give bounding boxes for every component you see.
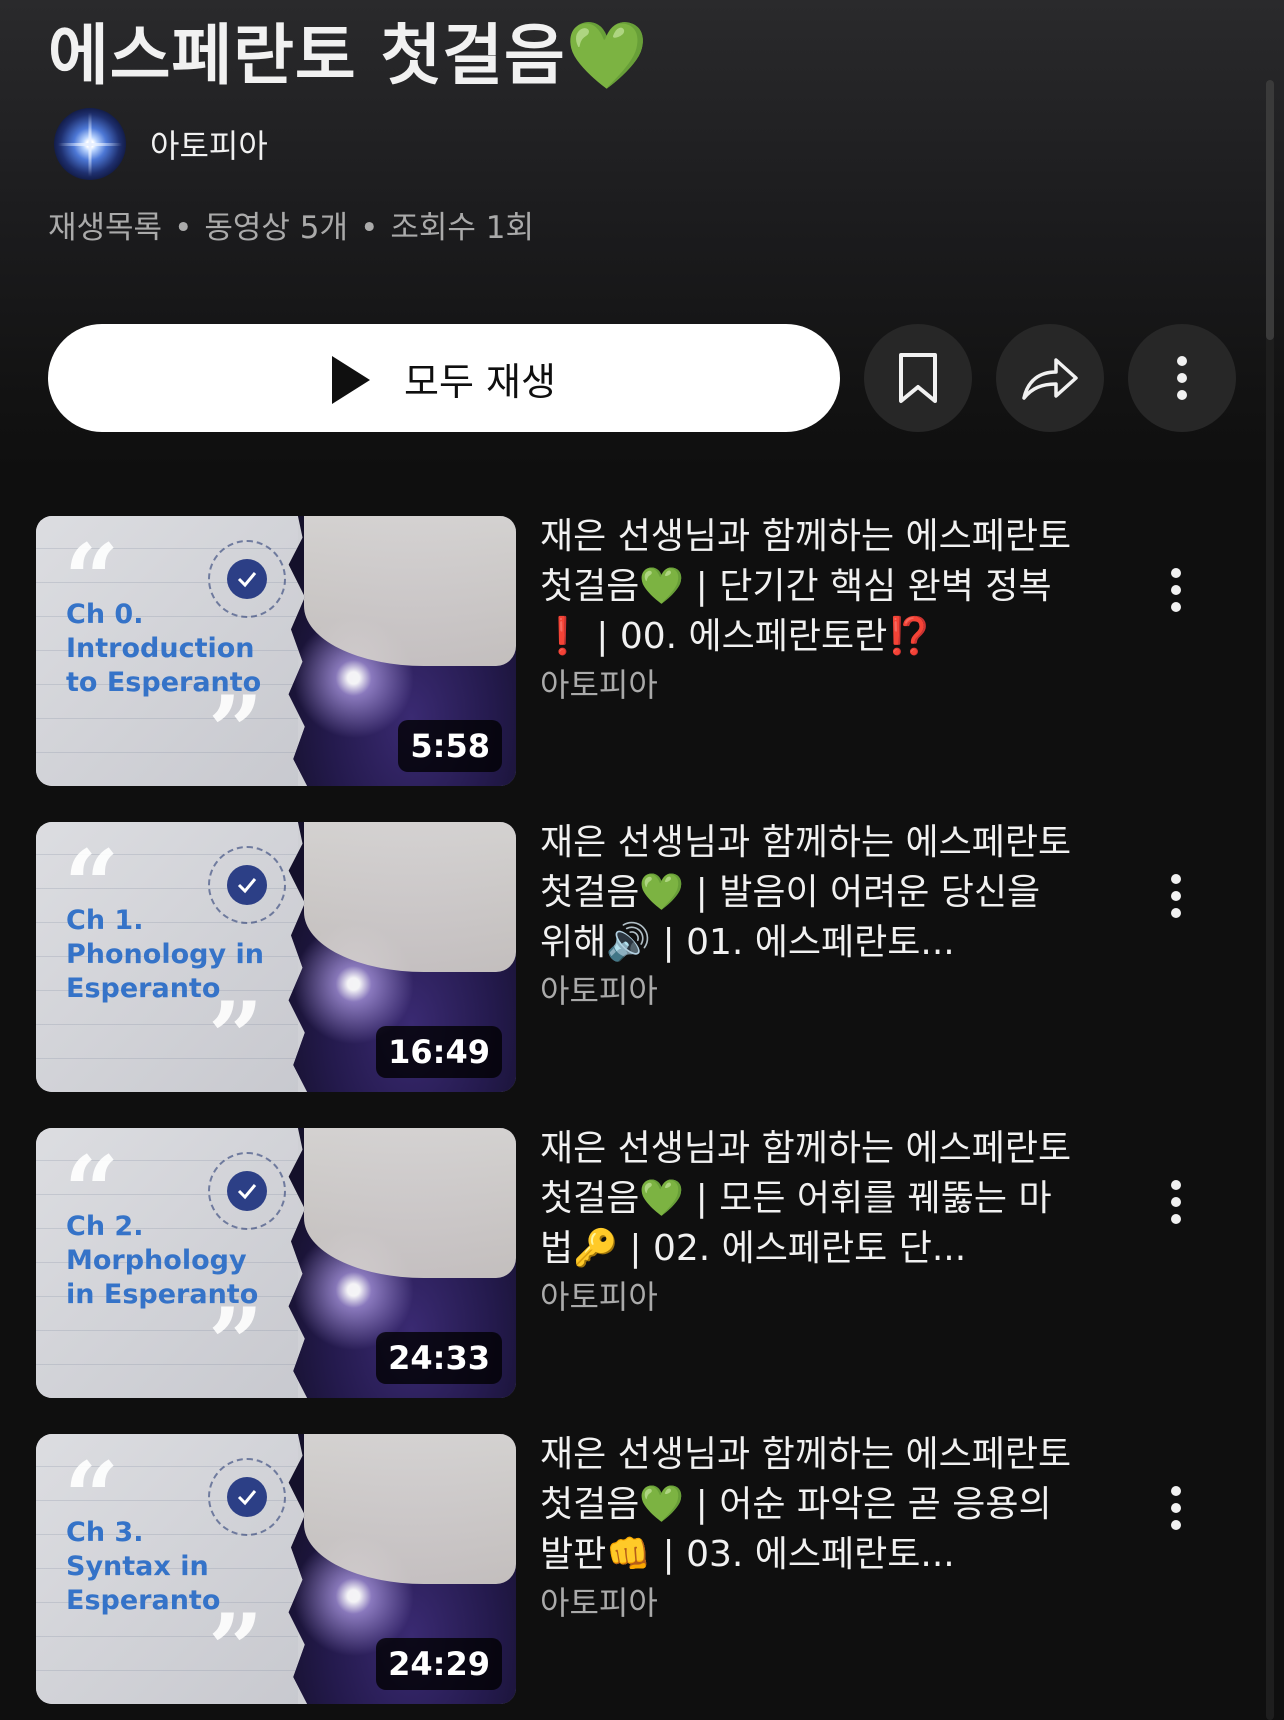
video-list-item[interactable]: “ ” Ch 0. Introduction to Esperanto 5:58… [0, 516, 1260, 786]
video-duration: 24:33 [376, 1332, 502, 1384]
view-count: 조회수 1회 [390, 210, 535, 246]
scrollbar-thumb[interactable] [1266, 80, 1274, 340]
video-thumbnail[interactable]: “ ” Ch 3. Syntax in Esperanto 24:29 [36, 1434, 516, 1704]
video-thumbnail[interactable]: “ ” Ch 0. Introduction to Esperanto 5:58 [36, 516, 516, 786]
video-more-button[interactable] [1146, 1172, 1206, 1232]
video-info[interactable]: 재은 선생님과 함께하는 에스페란토 첫걸음💚 | 어순 파악은 곧 응용의 발… [540, 1430, 1080, 1626]
thumbnail-line: Syntax in [66, 1551, 209, 1582]
play-icon [332, 356, 371, 404]
video-duration: 16:49 [376, 1026, 502, 1078]
video-count: 동영상 5개 [204, 210, 349, 246]
thumbnail-line: Ch 3. [66, 1517, 144, 1548]
channel-name[interactable]: 아토피아 [150, 121, 268, 167]
video-channel: 아토피아 [540, 666, 658, 704]
save-playlist-button[interactable] [864, 324, 972, 432]
bookmark-icon [899, 353, 937, 403]
playlist-type: 재생목록 [48, 210, 163, 246]
more-vertical-icon [1177, 356, 1187, 400]
thumbnail-caption: Ch 2. Morphology in Esperanto [66, 1210, 286, 1312]
more-vertical-icon [1171, 1486, 1181, 1530]
thumbnail-line: Ch 0. [66, 599, 144, 630]
video-channel: 아토피아 [540, 1584, 658, 1622]
checkmark-icon [227, 865, 267, 905]
thumbnail-line: Morphology [66, 1245, 247, 1276]
more-vertical-icon [1171, 874, 1181, 918]
video-channel: 아토피아 [540, 1278, 658, 1316]
video-title[interactable]: 재은 선생님과 함께하는 에스페란토 첫걸음💚 | 모든 어휘를 꿰뚫는 마법🔑… [540, 1124, 1080, 1274]
playlist-title: 에스페란토 첫걸음💚 [48, 2, 649, 98]
share-arrow-icon [1022, 358, 1078, 400]
channel-avatar[interactable] [54, 108, 126, 180]
video-info[interactable]: 재은 선생님과 함께하는 에스페란토 첫걸음💚 | 발음이 어려운 당신을 위해… [540, 818, 1080, 1014]
thumbnail-line: Esperanto [66, 1585, 221, 1616]
video-thumbnail[interactable]: “ ” Ch 1. Phonology in Esperanto 16:49 [36, 822, 516, 1092]
playlist-meta: 재생목록 • 동영상 5개 • 조회수 1회 [48, 202, 534, 247]
checkmark-icon [227, 1477, 267, 1517]
video-title[interactable]: 재은 선생님과 함께하는 에스페란토 첫걸음💚 | 단기간 핵심 완벽 정복❗ … [540, 512, 1080, 662]
thumbnail-line: to Esperanto [66, 667, 262, 698]
video-more-button[interactable] [1146, 1478, 1206, 1538]
video-channel: 아토피아 [540, 972, 658, 1010]
share-button[interactable] [996, 324, 1104, 432]
video-list-item[interactable]: “ ” Ch 3. Syntax in Esperanto 24:29 재은 선… [0, 1434, 1260, 1704]
thumbnail-line: Esperanto [66, 973, 221, 1004]
checkmark-icon [227, 1171, 267, 1211]
green-heart-emoji: 💚 [565, 17, 649, 94]
video-list-item[interactable]: “ ” Ch 1. Phonology in Esperanto 16:49 재… [0, 822, 1260, 1092]
video-duration: 24:29 [376, 1638, 502, 1690]
checkmark-icon [227, 559, 267, 599]
video-title[interactable]: 재은 선생님과 함께하는 에스페란토 첫걸음💚 | 어순 파악은 곧 응용의 발… [540, 1430, 1080, 1580]
thumbnail-line: Ch 1. [66, 905, 144, 936]
more-vertical-icon [1171, 1180, 1181, 1224]
video-more-button[interactable] [1146, 560, 1206, 620]
channel-row[interactable]: 아토피아 [54, 108, 268, 180]
thumbnail-caption: Ch 3. Syntax in Esperanto [66, 1516, 286, 1618]
thumbnail-line: Introduction [66, 633, 255, 664]
more-options-button[interactable] [1128, 324, 1236, 432]
video-info[interactable]: 재은 선생님과 함께하는 에스페란토 첫걸음💚 | 단기간 핵심 완벽 정복❗ … [540, 512, 1080, 708]
video-more-button[interactable] [1146, 866, 1206, 926]
thumbnail-line: in Esperanto [66, 1279, 259, 1310]
playlist-title-text: 에스페란토 첫걸음 [48, 17, 566, 94]
video-thumbnail[interactable]: “ ” Ch 2. Morphology in Esperanto 24:33 [36, 1128, 516, 1398]
video-title[interactable]: 재은 선생님과 함께하는 에스페란토 첫걸음💚 | 발음이 어려운 당신을 위해… [540, 818, 1080, 968]
avatar-spark [88, 112, 92, 177]
thumbnail-line: Phonology in [66, 939, 264, 970]
video-info[interactable]: 재은 선생님과 함께하는 에스페란토 첫걸음💚 | 모든 어휘를 꿰뚫는 마법🔑… [540, 1124, 1080, 1320]
play-all-button[interactable]: 모두 재생 [48, 324, 840, 432]
meta-separator: • [174, 210, 193, 246]
meta-separator: • [360, 210, 379, 246]
thumbnail-line: Ch 2. [66, 1211, 144, 1242]
thumbnail-caption: Ch 1. Phonology in Esperanto [66, 904, 286, 1006]
thumbnail-caption: Ch 0. Introduction to Esperanto [66, 598, 286, 700]
more-vertical-icon [1171, 568, 1181, 612]
play-all-label: 모두 재생 [404, 359, 556, 404]
video-list-item[interactable]: “ ” Ch 2. Morphology in Esperanto 24:33 … [0, 1128, 1260, 1398]
video-duration: 5:58 [398, 720, 502, 772]
